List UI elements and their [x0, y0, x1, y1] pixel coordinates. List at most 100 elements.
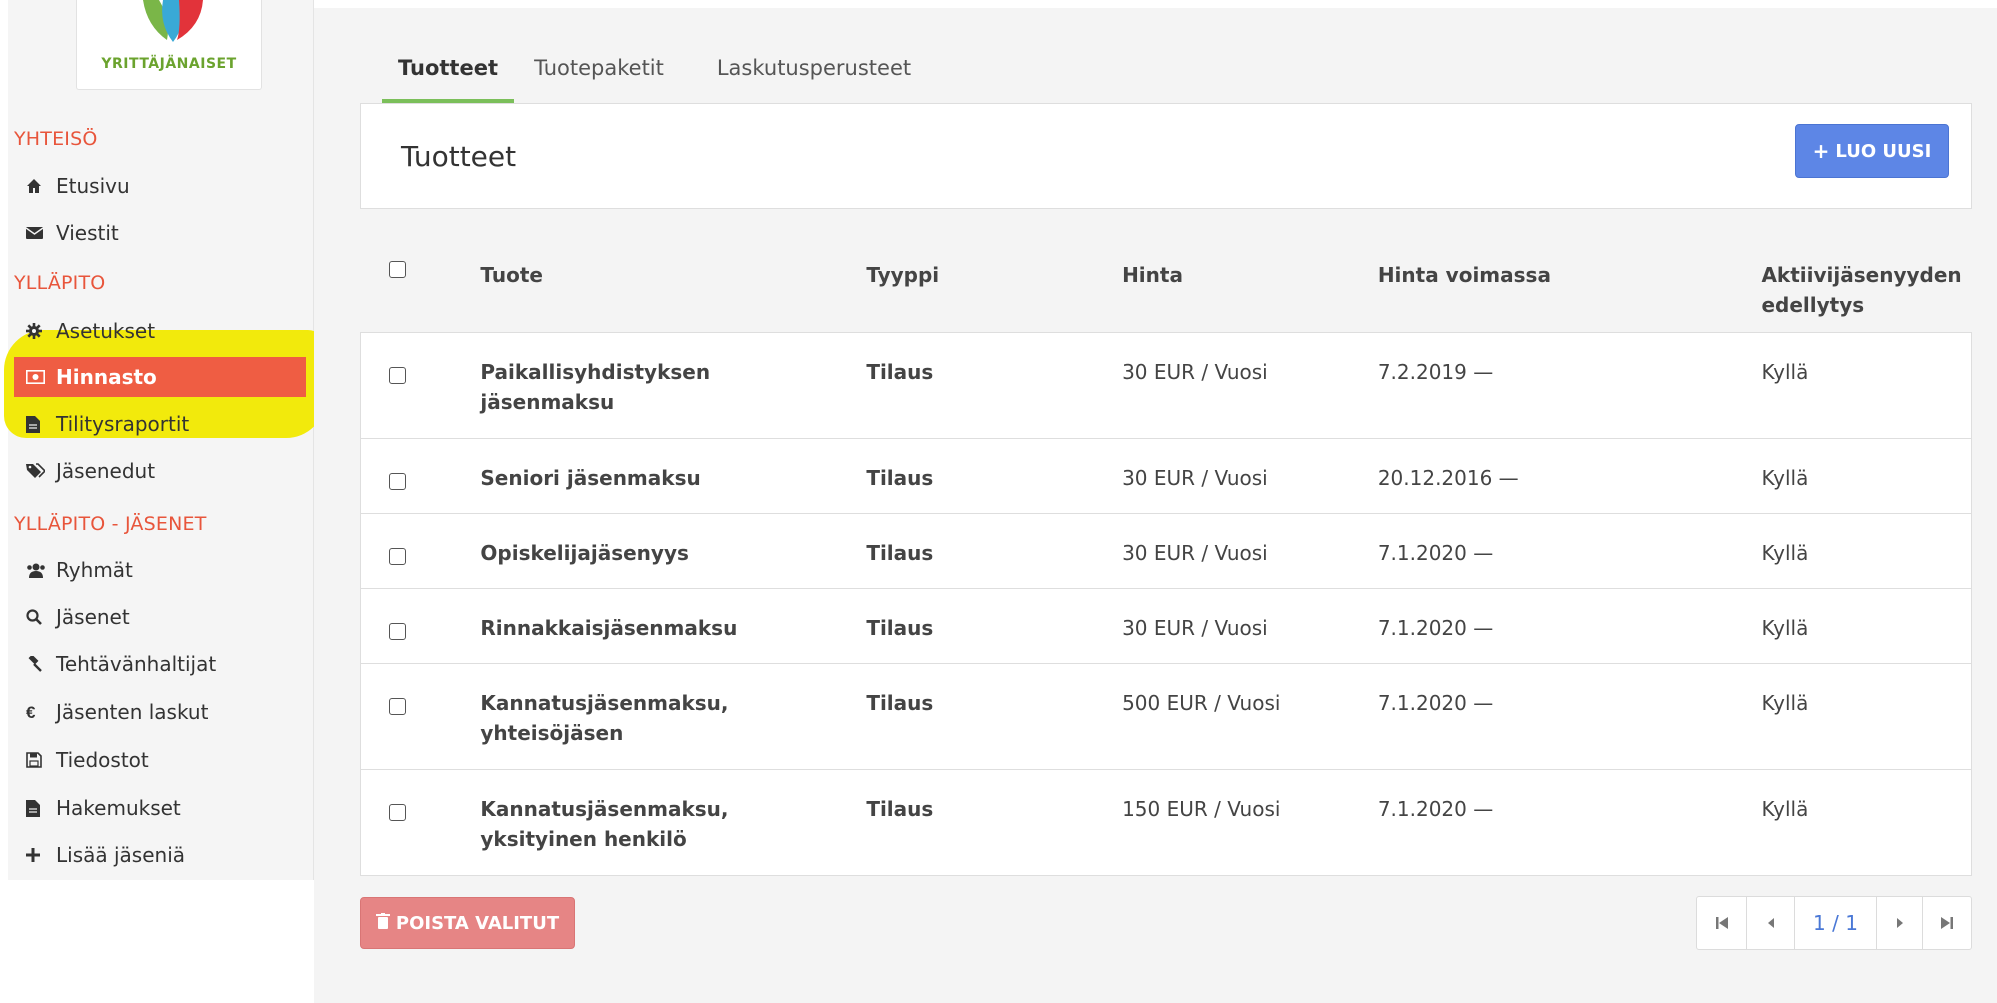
users-icon [26, 562, 56, 578]
row-checkbox-cell [360, 587, 481, 663]
product-name: Seniori jäsenmaksu [480, 437, 867, 513]
table-row[interactable]: Kannatusjäsenmaksu, yhteisöjäsen Tilaus 50… [360, 662, 1973, 769]
sidebar-item-asetukset[interactable]: Asetukset [14, 311, 306, 351]
sidebar-item-tiedostot[interactable]: Tiedostot [14, 740, 306, 780]
sidebar-item-tilitysraportit[interactable]: Tilitysraportit [14, 404, 306, 444]
active-membership-required: Kyllä [1761, 512, 1973, 588]
sidebar-item-jäsenet[interactable]: Jäsenet [14, 597, 306, 637]
money-icon [26, 370, 56, 384]
svg-text:€: € [26, 704, 36, 720]
active-membership-required: Kyllä [1761, 587, 1973, 663]
sidebar-item-label: Tiedostot [56, 748, 149, 772]
price-valid: 7.1.2020 — [1377, 512, 1762, 588]
pagination: 1 / 1 [1696, 896, 1972, 950]
product-type: Tilaus [866, 768, 1123, 876]
product-price: 30 EUR / Vuosi [1122, 512, 1378, 588]
active-membership-required: Kyllä [1761, 662, 1973, 769]
sidebar-item-etusivu[interactable]: Etusivu [14, 166, 306, 206]
sidebar-item-label: Ryhmät [56, 558, 133, 582]
sidebar-item-label: Hakemukset [56, 796, 181, 820]
product-type: Tilaus [866, 331, 1123, 438]
table-row[interactable]: Rinnakkaisjäsenmaksu Tilaus 30 EUR / Vuosi… [360, 587, 1973, 663]
sidebar-item-tehtävänhaltijat[interactable]: Tehtävänhaltijat [14, 644, 306, 684]
table-row[interactable]: Seniori jäsenmaksu Tilaus 30 EUR / Vuosi 20… [360, 437, 1973, 513]
file-icon [26, 415, 56, 433]
sidebar-item-ryhmät[interactable]: Ryhmät [14, 550, 306, 590]
next-page-button[interactable] [1877, 897, 1923, 949]
sidebar-item-label: Asetukset [56, 319, 156, 343]
table-row[interactable]: Paikallisyhdistyksen jäsenmaksu Tilaus 30 … [360, 331, 1973, 438]
create-new-label: LUO UUSI [1835, 140, 1932, 162]
sidebar-item-label: Etusivu [56, 174, 130, 198]
sidebar-item-label: Tehtävänhaltijat [56, 652, 217, 676]
select-all-checkbox[interactable] [388, 261, 406, 278]
product-name: Opiskelijajäsenyys [480, 512, 867, 588]
product-name: Kannatusjäsenmaksu, yksityinen henkilö [480, 768, 867, 876]
delete-selected-label: POISTA VALITUT [395, 912, 560, 934]
next-page-icon [1896, 918, 1903, 928]
sidebar-item-label: Jäsenet [56, 605, 130, 629]
envelope-icon [26, 226, 56, 240]
product-type: Tilaus [866, 512, 1123, 588]
logo[interactable]: YRITTÄJÄNAISET [76, 0, 262, 90]
search-icon [26, 609, 56, 625]
row-checkbox-cell [360, 662, 481, 769]
row-checkbox-cell [360, 331, 481, 438]
sidebar-item-label: Jäsenten laskut [56, 700, 209, 724]
sidebar-item-jäsenedut[interactable]: Jäsenedut [14, 451, 306, 491]
row-checkbox[interactable] [389, 622, 406, 640]
row-checkbox[interactable] [389, 366, 406, 384]
product-price: 30 EUR / Vuosi [1122, 331, 1378, 438]
row-checkbox-cell [360, 437, 481, 513]
sidebar-section-title: YLLÄPITO - JÄSENET [14, 513, 207, 535]
sidebar-item-label: Tilitysraportit [56, 412, 190, 436]
tab-bar: Tuotteet Tuotepaketit Laskutusperusteet [382, 50, 944, 104]
tab-laskutusperusteet[interactable]: Laskutusperusteet [684, 50, 944, 104]
tab-tuotepaketit[interactable]: Tuotepaketit [514, 50, 684, 104]
product-price: 30 EUR / Vuosi [1122, 587, 1378, 663]
sidebar-item-label: Lisää jäseniä [56, 843, 186, 867]
sidebar-section-title: YLLÄPITO [14, 272, 106, 294]
sidebar-item-lisää-jäseniä[interactable]: Lisää jäseniä [14, 835, 306, 875]
create-new-button[interactable]: + LUO UUSI [1795, 124, 1949, 178]
row-checkbox[interactable] [389, 472, 406, 490]
sidebar-item-hinnasto[interactable]: Hinnasto [14, 357, 306, 397]
price-valid: 7.1.2020 — [1377, 768, 1762, 876]
first-page-button[interactable] [1697, 897, 1747, 949]
active-membership-required: Kyllä [1761, 437, 1973, 513]
row-checkbox[interactable] [389, 547, 406, 565]
sidebar-item-viestit[interactable]: Viestit [14, 213, 306, 253]
sidebar-section-title: YHTEISÖ [14, 128, 98, 150]
sidebar-item-hakemukset[interactable]: Hakemukset [14, 788, 306, 828]
table-header-row: Tuote Tyyppi Hinta Hinta voimassa Aktiiv… [361, 230, 1972, 332]
prev-page-button[interactable] [1747, 897, 1795, 949]
products-table-card: Tuote Tyyppi Hinta Hinta voimassa Aktiiv… [360, 230, 1973, 876]
price-valid: 7.1.2020 — [1377, 587, 1762, 663]
logo-mark-icon [143, 0, 203, 42]
sidebar-item-label: Viestit [56, 221, 119, 245]
last-page-button[interactable] [1923, 897, 1971, 949]
tab-tuotteet[interactable]: Tuotteet [382, 50, 514, 104]
row-checkbox-cell [360, 768, 481, 876]
column-header-required: Aktiivijäsenyyden edellytys [1761, 263, 1962, 317]
row-checkbox[interactable] [389, 697, 406, 715]
header-card: Tuotteet + LUO UUSI [360, 103, 1972, 209]
delete-selected-button[interactable]: POISTA VALITUT [360, 897, 575, 949]
product-type: Tilaus [866, 662, 1123, 769]
product-type: Tilaus [866, 437, 1123, 513]
home-icon [26, 178, 56, 194]
sidebar-item-jäsenten-laskut[interactable]: € Jäsenten laskut [14, 692, 306, 732]
table-row[interactable]: Opiskelijajäsenyys Tilaus 30 EUR / Vuosi 7.… [360, 512, 1973, 588]
product-price: 150 EUR / Vuosi [1122, 768, 1378, 876]
current-page-indicator: 1 / 1 [1795, 897, 1877, 949]
active-membership-required: Kyllä [1761, 768, 1973, 876]
active-membership-required: Kyllä [1761, 331, 1973, 438]
product-price: 500 EUR / Vuosi [1122, 662, 1378, 769]
price-valid: 7.1.2020 — [1377, 662, 1762, 769]
gear-icon [26, 323, 56, 339]
row-checkbox[interactable] [389, 803, 406, 821]
file-icon [26, 799, 56, 817]
tags-icon [26, 463, 56, 479]
sidebar-item-label: Jäsenedut [56, 459, 156, 483]
table-row[interactable]: Kannatusjäsenmaksu, yksityinen henkilö Ti… [360, 768, 1973, 876]
